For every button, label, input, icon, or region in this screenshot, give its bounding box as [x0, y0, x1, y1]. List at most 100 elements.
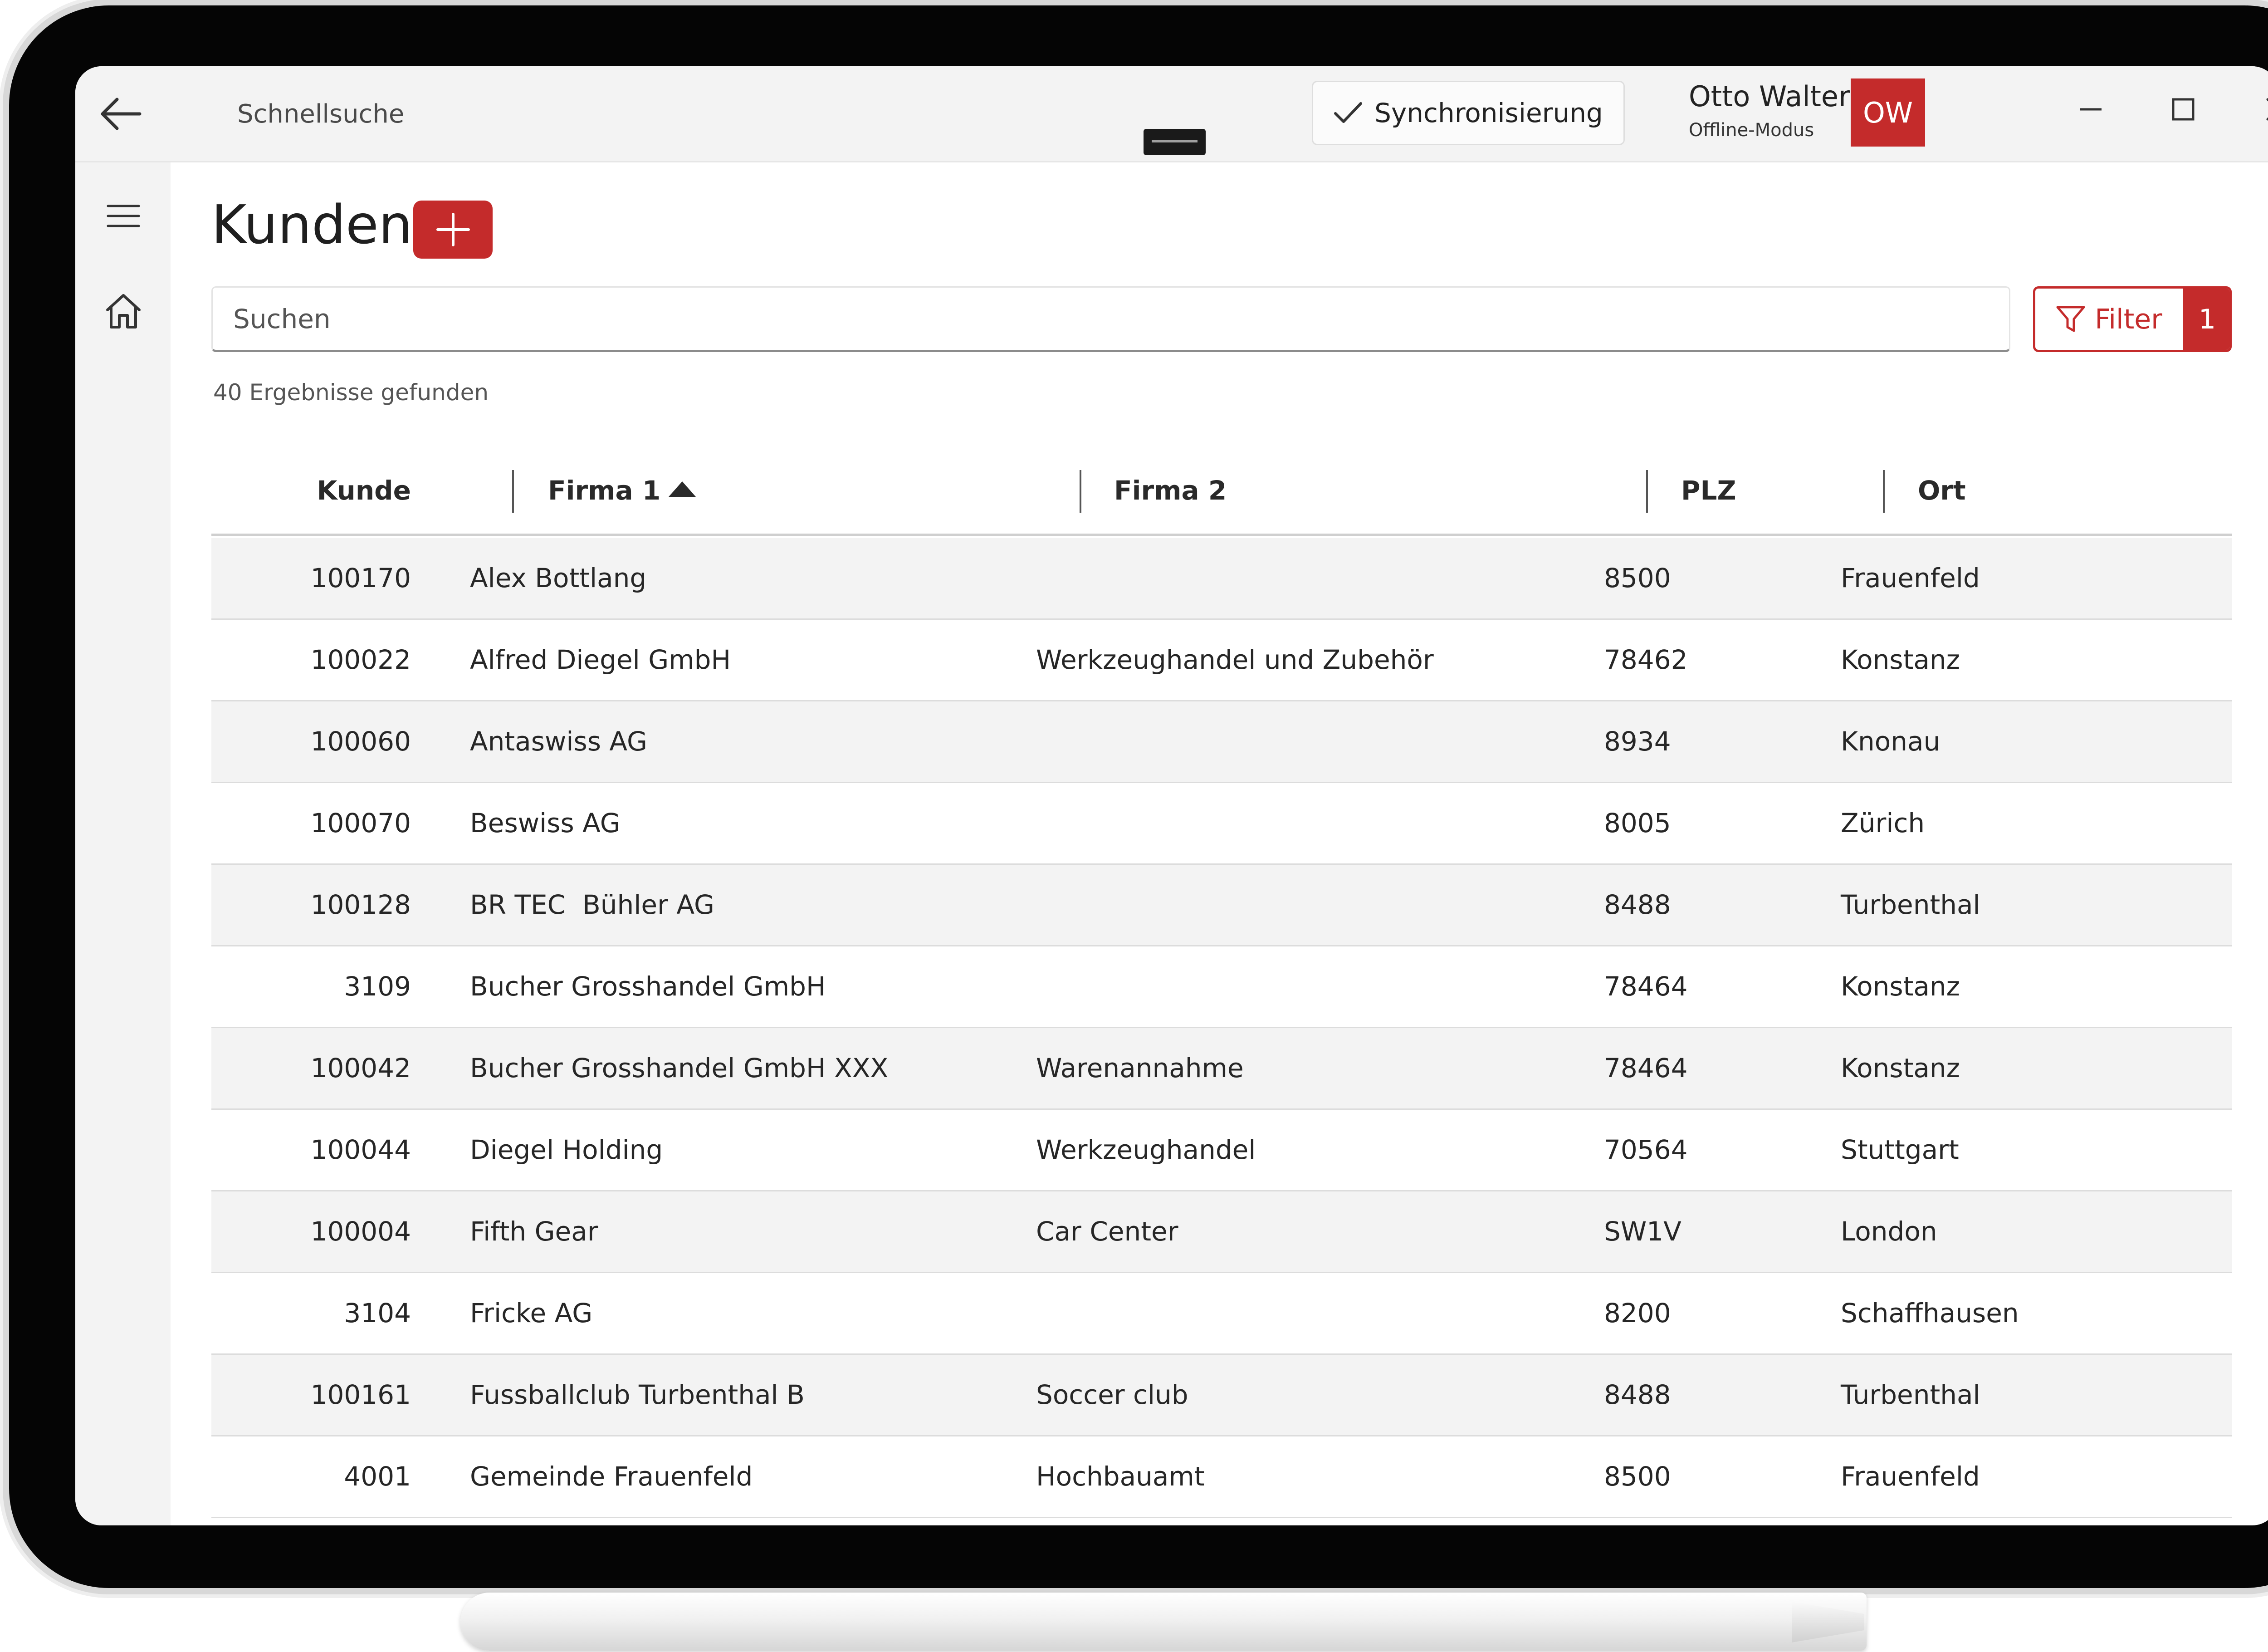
column-header-ort[interactable]: Ort	[1918, 445, 1966, 536]
cell-ort: Frauenfeld	[1841, 1461, 1980, 1492]
checkmark-icon	[1334, 102, 1363, 123]
table-row[interactable]: 100128 BR TEC Bühler AG 8488 Turbenthal	[211, 865, 2232, 946]
cell-ort: Stuttgart	[1841, 1134, 1959, 1165]
column-header-label: PLZ	[1681, 475, 1736, 506]
cell-firma1: Fricke AG	[470, 1298, 593, 1328]
cell-plz: 70564	[1604, 1134, 1688, 1165]
cell-kunde: 100161	[310, 1379, 411, 1410]
table-row[interactable]: 100170 Alex Bottlang 8500 Frauenfeld	[211, 538, 2232, 620]
cell-firma1: Gemeinde Frauenfeld	[470, 1461, 753, 1492]
cell-kunde: 100004	[310, 1216, 411, 1247]
cell-firma2: Hochbauamt	[1036, 1461, 1205, 1492]
page-title: Kunden	[211, 193, 413, 256]
navigation-rail	[75, 162, 171, 1525]
table-header: Kunde Firma 1 Firma 2 PLZ Ort	[211, 445, 2232, 536]
cell-kunde: 100060	[310, 726, 411, 757]
minimize-icon	[2080, 108, 2102, 111]
cell-plz: 8500	[1604, 1461, 1671, 1492]
close-window-button[interactable]	[2253, 84, 2268, 134]
cell-plz: 8488	[1604, 889, 1671, 920]
cell-firma1: Fussballclub Turbenthal B	[470, 1379, 805, 1410]
cell-firma1: Bucher Grosshandel GmbH	[470, 971, 826, 1002]
cell-kunde: 4001	[344, 1461, 411, 1492]
column-header-firma1[interactable]: Firma 1	[548, 445, 696, 536]
filter-label-group: Filter	[2035, 289, 2183, 350]
sync-button[interactable]: Synchronisierung	[1312, 81, 1625, 145]
table-row[interactable]: 100042 Bucher Grosshandel GmbH XXX Waren…	[211, 1028, 2232, 1110]
customer-table-body: 100170 Alex Bottlang 8500 Frauenfeld 100…	[211, 538, 2232, 1518]
user-mode: Offline-Modus	[1689, 120, 1814, 141]
cell-firma1: Alex Bottlang	[470, 563, 647, 593]
close-icon	[2266, 98, 2268, 121]
results-count: 40 Ergebnisse gefunden	[213, 379, 489, 406]
column-header-label: Firma 2	[1114, 475, 1227, 506]
table-row[interactable]: 3109 Bucher Grosshandel GmbH 78464 Konst…	[211, 946, 2232, 1028]
table-row[interactable]: 100044 Diegel Holding Werkzeughandel 705…	[211, 1110, 2232, 1191]
cell-firma1: Antaswiss AG	[470, 726, 647, 757]
cell-plz: 8200	[1604, 1298, 1671, 1328]
sync-label: Synchronisierung	[1374, 98, 1603, 128]
column-header-label: Ort	[1918, 475, 1966, 506]
plus-icon	[436, 213, 470, 246]
column-separator[interactable]	[1646, 470, 1648, 513]
cell-kunde: 100128	[310, 889, 411, 920]
table-row[interactable]: 100161 Fussballclub Turbenthal B Soccer …	[211, 1355, 2232, 1436]
filter-count-badge: 1	[2183, 289, 2229, 350]
stylus-pen	[460, 1593, 1867, 1651]
cell-plz: 78462	[1604, 644, 1688, 675]
cell-ort: Zürich	[1841, 808, 1925, 838]
maximize-button[interactable]	[2158, 84, 2208, 134]
column-header-plz[interactable]: PLZ	[1681, 445, 1736, 536]
cell-ort: Schaffhausen	[1841, 1298, 2019, 1328]
cell-plz: 8934	[1604, 726, 1671, 757]
home-icon	[106, 294, 141, 328]
cell-kunde: 100022	[310, 644, 411, 675]
table-row[interactable]: 4001 Gemeinde Frauenfeld Hochbauamt 8500…	[211, 1436, 2232, 1518]
cell-firma1: Bucher Grosshandel GmbH XXX	[470, 1053, 889, 1083]
cell-firma1: Beswiss AG	[470, 808, 621, 838]
add-customer-button[interactable]	[413, 201, 493, 259]
menu-button[interactable]	[97, 190, 149, 242]
title-bar: Schnellsuche Synchronisierung Otto Walte…	[75, 66, 2268, 162]
cell-ort: Turbenthal	[1841, 889, 1980, 920]
filter-button[interactable]: Filter 1	[2033, 286, 2232, 352]
cell-kunde: 100044	[310, 1134, 411, 1165]
table-row[interactable]: 100004 Fifth Gear Car Center SW1V London	[211, 1191, 2232, 1273]
cell-kunde: 100042	[310, 1053, 411, 1083]
quicksearch-link[interactable]: Schnellsuche	[237, 66, 404, 162]
cell-ort: Knonau	[1841, 726, 1941, 757]
column-header-kunde[interactable]: Kunde	[211, 445, 411, 536]
column-separator[interactable]	[1080, 470, 1081, 513]
table-row[interactable]: 100060 Antaswiss AG 8934 Knonau	[211, 701, 2232, 783]
minimize-button[interactable]	[2066, 84, 2116, 134]
maximize-icon	[2172, 98, 2195, 121]
cell-ort: Konstanz	[1841, 971, 1960, 1002]
cell-kunde: 100070	[310, 808, 411, 838]
avatar[interactable]: OW	[1851, 78, 1925, 147]
cell-firma1: Fifth Gear	[470, 1216, 598, 1247]
cell-firma1: Diegel Holding	[470, 1134, 663, 1165]
column-separator[interactable]	[1883, 470, 1885, 513]
keyboard-handle[interactable]	[1144, 129, 1206, 155]
home-button[interactable]	[97, 285, 149, 337]
table-row[interactable]: 3104 Fricke AG 8200 Schaffhausen	[211, 1273, 2232, 1355]
cell-firma2: Warenannahme	[1036, 1053, 1244, 1083]
table-row[interactable]: 100022 Alfred Diegel GmbH Werkzeughandel…	[211, 620, 2232, 701]
search-input[interactable]	[211, 286, 2010, 352]
column-separator[interactable]	[512, 470, 514, 513]
app-window: Schnellsuche Synchronisierung Otto Walte…	[75, 66, 2268, 1525]
cell-ort: Turbenthal	[1841, 1379, 1980, 1410]
cell-plz: 8005	[1604, 808, 1671, 838]
column-header-firma2[interactable]: Firma 2	[1114, 445, 1227, 536]
column-header-label: Kunde	[317, 475, 411, 506]
cell-firma2: Soccer club	[1036, 1379, 1188, 1410]
cell-kunde: 3104	[344, 1298, 411, 1328]
hamburger-icon	[107, 205, 140, 227]
column-header-label: Firma 1	[548, 475, 661, 506]
table-row[interactable]: 100070 Beswiss AG 8005 Zürich	[211, 783, 2232, 865]
funnel-icon	[2056, 306, 2085, 332]
sort-ascending-icon	[669, 481, 696, 497]
back-button[interactable]	[93, 87, 148, 141]
cell-kunde: 3109	[344, 971, 411, 1002]
cell-plz: 78464	[1604, 971, 1688, 1002]
